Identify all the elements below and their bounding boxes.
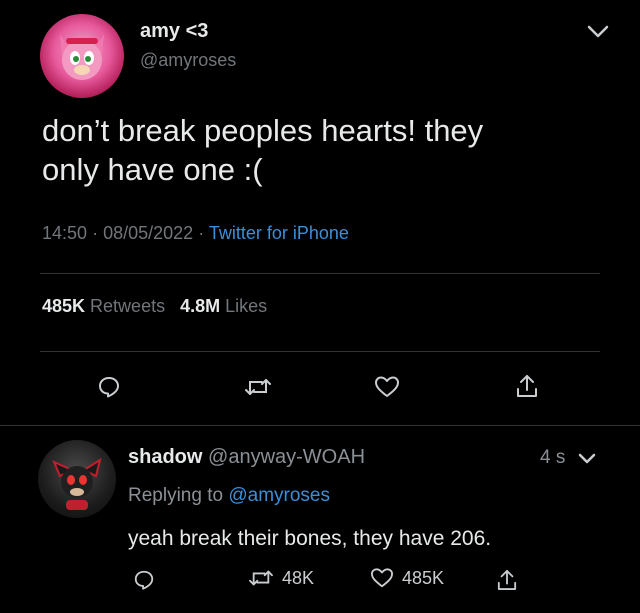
reply-header: shadow @anyway-WOAH — [128, 446, 365, 469]
retweets-count: 485K — [42, 296, 86, 316]
tweet-time: 14:50 — [42, 223, 88, 243]
reply-like-button[interactable]: 485K — [370, 567, 444, 589]
avatar[interactable] — [38, 440, 116, 518]
share-icon[interactable] — [494, 565, 520, 595]
likes-stat[interactable]: 4.8M Likes — [180, 296, 267, 316]
tweet-stats: 485K Retweets 4.8M Likes — [42, 296, 267, 317]
retweet-icon[interactable] — [241, 372, 275, 402]
reply-retweet-count: 48K — [282, 567, 315, 588]
replying-to: Replying to @amyroses — [128, 485, 330, 507]
reply-icon[interactable] — [94, 372, 124, 402]
replying-handle-link[interactable]: @amyroses — [228, 485, 330, 506]
meta-separator: · — [92, 223, 99, 243]
handle[interactable]: @amyroses — [140, 50, 236, 71]
display-name[interactable]: amy <3 — [140, 20, 208, 43]
divider — [40, 351, 600, 352]
like-heart-icon[interactable] — [371, 372, 403, 402]
divider — [40, 273, 600, 274]
retweets-stat[interactable]: 485K Retweets — [42, 296, 165, 316]
divider — [0, 425, 640, 426]
like-heart-icon — [370, 568, 393, 588]
reply-handle[interactable]: @anyway-WOAH — [208, 446, 365, 468]
reply-text: yeah break their bones, they have 206. — [128, 527, 492, 550]
tweet-date: 08/05/2022 — [103, 223, 194, 243]
tweet-source-link[interactable]: Twitter for iPhone — [209, 223, 349, 243]
tweet-text-line-1: don’t break peoples hearts! they — [42, 113, 484, 148]
chevron-down-icon[interactable] — [584, 18, 612, 46]
replying-label: Replying to — [128, 485, 224, 506]
reply-age: 4 s — [540, 447, 566, 468]
reply-icon[interactable] — [130, 566, 158, 594]
retweets-label: Retweets — [90, 296, 166, 316]
tweet-text-line-2: only have one :( — [42, 152, 263, 187]
avatar[interactable] — [40, 14, 124, 98]
shadow-avatar-art — [52, 457, 102, 510]
reply-retweet-button[interactable]: 48K — [248, 567, 314, 589]
retweet-icon — [249, 570, 273, 586]
share-icon[interactable] — [512, 370, 542, 402]
likes-label: Likes — [225, 296, 268, 316]
chevron-down-icon[interactable] — [576, 448, 598, 470]
likes-count: 4.8M — [180, 296, 221, 316]
meta-separator: · — [198, 223, 205, 243]
tweet-meta: 14:50 · 08/05/2022 · Twitter for iPhone — [42, 223, 349, 244]
amy-avatar-art — [60, 34, 104, 80]
reply-like-count: 485K — [402, 567, 445, 588]
reply-display-name[interactable]: shadow — [128, 446, 202, 468]
